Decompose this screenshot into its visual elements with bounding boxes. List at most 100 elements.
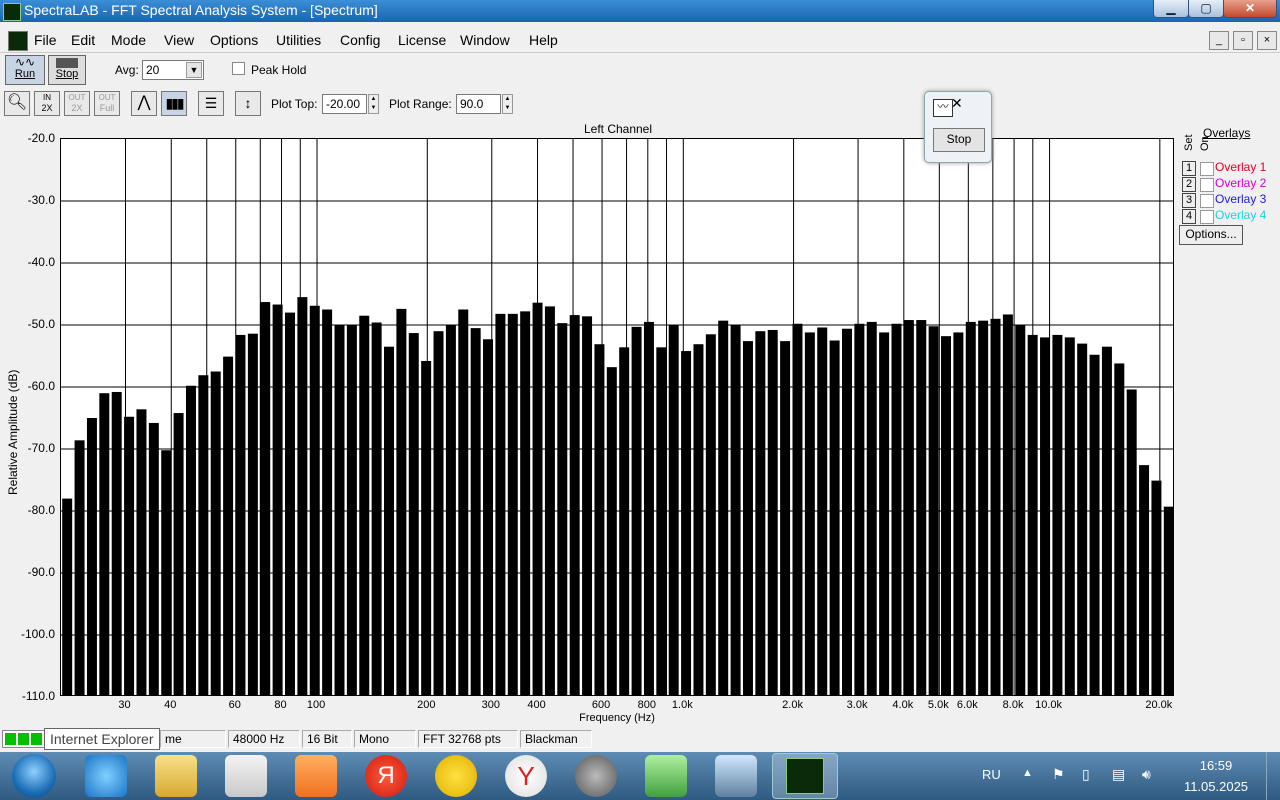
status-channels: Mono <box>354 730 416 748</box>
menu-license[interactable]: License <box>398 32 446 48</box>
spectrum-bar <box>235 334 246 695</box>
zoom-in-2x-button[interactable]: IN 2X <box>34 91 60 116</box>
minimize-button[interactable]: ▁ <box>1153 0 1189 18</box>
folder-icon[interactable] <box>155 755 197 797</box>
mini-app-icon: 〰 <box>933 99 953 117</box>
spectrum-bar <box>173 413 184 695</box>
device-icon[interactable]: ▯ <box>1082 766 1090 783</box>
menu-config[interactable]: Config <box>340 32 380 48</box>
line-plot-icon[interactable]: ⋀ <box>131 91 157 116</box>
plot-top-label: Plot Top: <box>271 97 318 111</box>
plot-range-input[interactable]: 90.0 <box>456 94 501 114</box>
overlay-on-checkbox[interactable] <box>1200 210 1214 224</box>
overlay-label: Overlay 4 <box>1215 208 1267 222</box>
spectrum-bar <box>804 332 815 695</box>
mdi-close-button[interactable]: × <box>1257 31 1277 50</box>
spectrum-bar <box>458 309 469 695</box>
zoom-icon[interactable]: 🔍︎ <box>4 91 30 116</box>
volume-icon[interactable]: 🔊︎ <box>1142 766 1151 783</box>
spectrum-bar <box>928 326 939 695</box>
x-tick-label: 4.0k <box>892 699 914 711</box>
spectrum-plot[interactable] <box>60 138 1174 696</box>
menu-file[interactable]: File <box>34 32 57 48</box>
computer-icon[interactable] <box>715 755 757 797</box>
mdi-restore-button[interactable]: ▫ <box>1233 31 1253 50</box>
menu-utilities[interactable]: Utilities <box>276 32 321 48</box>
spectrum-bar <box>384 346 394 695</box>
menu-edit[interactable]: Edit <box>71 32 95 48</box>
menu-mode[interactable]: Mode <box>111 32 146 48</box>
zoom-out-2x-button[interactable]: OUT 2X <box>64 91 90 116</box>
menu-window[interactable]: Window <box>460 32 510 48</box>
clock-time[interactable]: 16:59 <box>1180 758 1252 773</box>
maximize-button[interactable]: ▢ <box>1188 0 1224 18</box>
spectrum-bar <box>445 325 456 695</box>
mdi-minimize-button[interactable]: _ <box>1209 31 1229 50</box>
money-app-icon[interactable] <box>645 755 687 797</box>
spectrum-bar <box>1101 346 1112 695</box>
spectrum-bar <box>879 332 890 695</box>
spectrum-bar <box>1114 363 1125 695</box>
internet-explorer-icon[interactable] <box>85 755 127 797</box>
flag-icon[interactable]: ⚑ <box>1052 766 1065 783</box>
status-fft-size: FFT 32768 pts <box>418 730 518 748</box>
yandex-browser-icon[interactable]: Y <box>505 755 547 797</box>
mini-close-icon[interactable]: ✕ <box>951 95 963 112</box>
y-tick-label: -70.0 <box>27 441 55 455</box>
start-button[interactable] <box>12 754 56 798</box>
chevron-down-icon[interactable]: ▼ <box>186 62 202 78</box>
spectrum-bar <box>656 347 667 695</box>
plot-top-input[interactable]: -20.00 <box>322 94 367 114</box>
menu-options[interactable]: Options <box>210 32 258 48</box>
overlay-on-checkbox[interactable] <box>1200 162 1214 176</box>
overlay-set-button[interactable]: 3 <box>1182 193 1196 208</box>
media-player-icon[interactable] <box>295 755 337 797</box>
spectrum-bar <box>582 316 593 695</box>
x-tick-label: 600 <box>591 699 611 711</box>
spectrum-bar <box>718 320 729 695</box>
status-mode: me <box>160 730 226 748</box>
spectralab-taskbar-button[interactable] <box>772 753 838 799</box>
status-bits: 16 Bit <box>302 730 352 748</box>
yandex-icon[interactable]: Я <box>365 755 407 797</box>
show-desktop-button[interactable] <box>1266 752 1280 800</box>
yandex-music-icon[interactable] <box>435 755 477 797</box>
spectrum-bar <box>470 328 481 695</box>
peak-hold-label: Peak Hold <box>251 63 307 77</box>
overlay-on-checkbox[interactable] <box>1200 178 1214 192</box>
overlay-options-button[interactable]: Options... <box>1179 225 1243 245</box>
language-indicator[interactable]: RU <box>982 767 1001 782</box>
table-view-icon[interactable]: ☰ <box>198 91 224 116</box>
menu-view[interactable]: View <box>164 32 194 48</box>
avg-select[interactable]: 20 ▼ <box>142 60 204 80</box>
x-tick-label: 10.0k <box>1035 699 1063 711</box>
close-button[interactable]: ✕ <box>1223 0 1277 18</box>
spectrum-bar <box>260 302 271 695</box>
plot-range-spinner[interactable]: ▲ ▼ <box>502 94 513 114</box>
document-icon[interactable] <box>8 31 28 51</box>
mini-stop-button[interactable]: Stop <box>933 128 985 152</box>
plot-top-spinner[interactable]: ▲ ▼ <box>368 94 379 114</box>
spectrum-bar <box>396 308 407 695</box>
zoom-full-button[interactable]: OUT Full <box>94 91 120 116</box>
overlay-set-button[interactable]: 1 <box>1182 161 1196 176</box>
spectrum-bar <box>730 325 741 695</box>
spectrum-bar <box>693 344 704 695</box>
archive-icon[interactable] <box>225 755 267 797</box>
tray-expand-icon[interactable]: ▲ <box>1022 767 1033 779</box>
overlay-set-button[interactable]: 4 <box>1182 209 1196 224</box>
network-icon[interactable]: ▤ <box>1112 766 1125 783</box>
clock-date[interactable]: 11.05.2025 <box>1180 779 1252 794</box>
overlay-row: 1 Overlay 1 <box>1182 160 1280 176</box>
run-button[interactable]: ∿∿ Run <box>5 55 45 85</box>
peak-hold-checkbox[interactable] <box>232 62 245 75</box>
overlay-set-button[interactable]: 2 <box>1182 177 1196 192</box>
overlay-on-checkbox[interactable] <box>1200 194 1214 208</box>
x-tick-label: 3.0k <box>846 699 868 711</box>
bar-plot-icon[interactable]: ▮▮▮ <box>161 91 187 116</box>
menu-help[interactable]: Help <box>529 32 558 48</box>
stop-button[interactable]: Stop <box>48 55 86 85</box>
spectrum-bar <box>297 297 308 695</box>
range-scale-icon[interactable]: ↕ <box>235 91 261 116</box>
speaker-app-icon[interactable] <box>575 755 617 797</box>
